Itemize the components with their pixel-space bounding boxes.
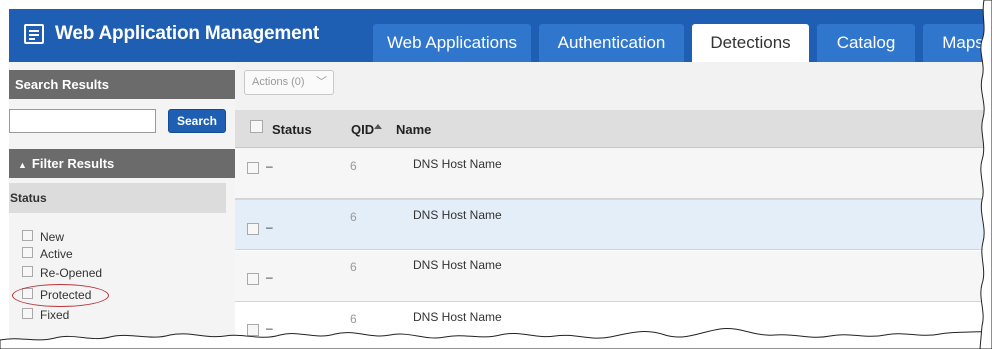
tab-detections[interactable]: Detections xyxy=(692,24,809,62)
row-status: – xyxy=(266,220,273,234)
row-status: – xyxy=(266,270,273,284)
filter-results-header[interactable]: ▲ Filter Results xyxy=(9,149,235,178)
column-header-status[interactable]: Status xyxy=(272,110,312,147)
app-title: Web Application Management xyxy=(55,23,319,44)
detections-panel: Actions (0) ﹀ Status QID Name – 6 DNS Ho… xyxy=(235,62,992,349)
row-name[interactable]: DNS Host Name xyxy=(413,208,502,222)
checkbox[interactable] xyxy=(22,266,33,277)
table-row[interactable]: – 6 DNS Host Name xyxy=(235,251,992,302)
tab-web-applications[interactable]: Web Applications xyxy=(373,24,531,62)
app-logo-icon xyxy=(24,24,44,44)
row-status: – xyxy=(266,159,273,173)
actions-dropdown[interactable]: Actions (0) ﹀ xyxy=(244,70,334,95)
checkbox[interactable] xyxy=(22,230,33,241)
status-filter-label: Fixed xyxy=(40,308,70,322)
row-status: – xyxy=(266,321,273,335)
tab-catalog[interactable]: Catalog xyxy=(817,24,915,62)
checkbox[interactable] xyxy=(22,308,33,319)
tab-maps[interactable]: Maps xyxy=(923,24,992,62)
table-row[interactable]: – 6 DNS Host Name xyxy=(235,148,992,199)
app-header: Web Application Management Web Applicati… xyxy=(9,9,992,62)
search-results-header: Search Results xyxy=(9,70,235,99)
table-header: Status QID Name xyxy=(235,110,992,148)
row-qid: 6 xyxy=(350,260,357,274)
highlight-circle-annotation xyxy=(12,284,109,307)
status-filter-label: Re-Opened xyxy=(40,266,103,280)
row-name[interactable]: DNS Host Name xyxy=(413,157,502,171)
table-row[interactable]: – 6 DNS Host Name xyxy=(235,302,992,349)
checkbox[interactable] xyxy=(22,247,33,258)
row-qid: 6 xyxy=(350,210,357,224)
row-name[interactable]: DNS Host Name xyxy=(413,258,502,272)
search-button[interactable]: Search xyxy=(168,109,226,133)
app-window: Web Application Management Web Applicati… xyxy=(9,9,992,349)
sort-ascending-icon xyxy=(374,124,382,129)
table-row[interactable]: – 6 DNS Host Name xyxy=(235,199,992,250)
row-qid: 6 xyxy=(350,159,357,173)
chevron-down-icon: ﹀ xyxy=(316,76,327,88)
row-qid: 6 xyxy=(350,312,357,326)
column-header-name[interactable]: Name xyxy=(396,110,431,147)
row-checkbox[interactable] xyxy=(247,162,259,174)
column-header-qid[interactable]: QID xyxy=(351,110,374,147)
status-filter-label: Active xyxy=(40,247,73,261)
row-name[interactable]: DNS Host Name xyxy=(413,310,502,324)
row-checkbox[interactable] xyxy=(247,223,259,235)
filter-results-label: Filter Results xyxy=(31,156,115,171)
toolbar: Actions (0) ﹀ xyxy=(235,62,992,111)
tab-authentication[interactable]: Authentication xyxy=(539,24,684,62)
row-checkbox[interactable] xyxy=(247,324,259,336)
status-filter-label: New xyxy=(40,230,65,244)
row-checkbox[interactable] xyxy=(247,273,259,285)
status-filter-header: Status xyxy=(9,183,226,213)
select-all-checkbox[interactable] xyxy=(250,120,263,133)
collapse-arrow-icon: ▲ xyxy=(18,160,27,170)
actions-label: Actions (0) xyxy=(252,76,305,88)
search-input[interactable] xyxy=(9,109,156,133)
